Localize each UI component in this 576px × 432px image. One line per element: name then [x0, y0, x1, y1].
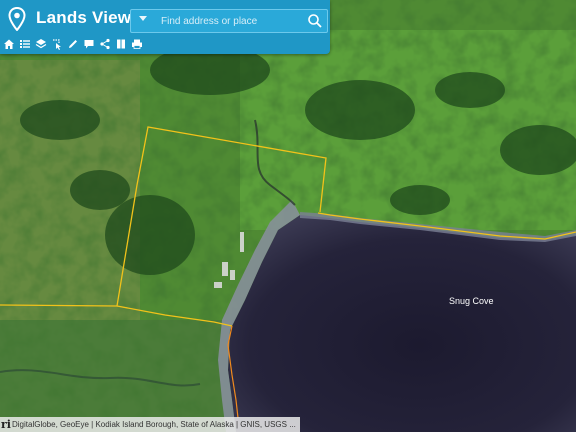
search-icon[interactable] [307, 13, 323, 29]
satellite-map[interactable] [0, 0, 576, 432]
toolbar [0, 37, 150, 53]
search-source-dropdown-icon[interactable] [139, 16, 147, 21]
snug-cove-water [228, 215, 576, 432]
app-header: Lands Viewer [0, 0, 330, 54]
comment-icon[interactable] [82, 37, 96, 51]
layers-icon[interactable] [34, 37, 48, 51]
share-icon[interactable] [98, 37, 112, 51]
pencil-icon[interactable] [66, 37, 80, 51]
attribution-text: DigitalGlobe, GeoEye | Kodiak Island Bor… [12, 420, 296, 429]
map-pin-icon [8, 6, 26, 36]
place-label-snug-cove: Snug Cove [449, 296, 494, 306]
home-icon[interactable] [2, 37, 16, 51]
bookmark-icon[interactable] [114, 37, 128, 51]
select-icon[interactable] [50, 37, 64, 51]
map-attribution: ri DigitalGlobe, GeoEye | Kodiak Island … [0, 417, 300, 432]
list-icon[interactable] [18, 37, 32, 51]
title-row: Lands Viewer [0, 0, 330, 36]
search-box [130, 9, 328, 33]
search-input[interactable] [159, 11, 303, 31]
esri-logo: ri [1, 418, 11, 431]
print-icon[interactable] [130, 37, 144, 51]
